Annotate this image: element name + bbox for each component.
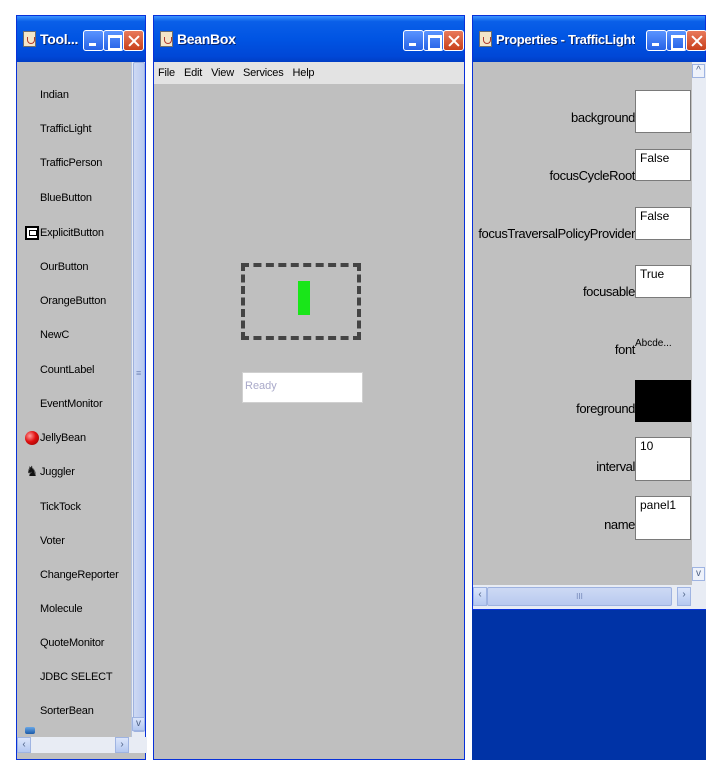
prop-value-focusable[interactable]: True bbox=[635, 265, 691, 298]
prop-value-font[interactable]: Abcde... bbox=[635, 338, 672, 349]
maximize-button[interactable] bbox=[666, 30, 687, 51]
prop-value-interval[interactable]: 10 bbox=[635, 437, 691, 481]
toolbox-vscroll-thumb[interactable] bbox=[133, 62, 145, 732]
prop-label-font: font bbox=[614, 342, 635, 357]
properties-window[interactable]: Properties - TrafficLight background foc… bbox=[472, 15, 706, 610]
scroll-down-icon[interactable]: v bbox=[132, 717, 145, 731]
bean-eventmonitor[interactable]: EventMonitor bbox=[40, 398, 103, 410]
properties-titlebar[interactable]: Properties - TrafficLight bbox=[473, 16, 706, 62]
bean-bluebutton[interactable]: BlueButton bbox=[40, 192, 92, 204]
menu-help[interactable]: Help bbox=[293, 67, 315, 79]
beanbox-window[interactable]: BeanBox File Edit View Services Help Rea… bbox=[153, 15, 465, 760]
bean-changereporter[interactable]: ChangeReporter bbox=[40, 569, 119, 581]
desktop-background bbox=[472, 610, 706, 760]
toolbox-bean-list: Indian TrafficLight TrafficPerson BlueBu… bbox=[17, 62, 133, 737]
properties-horizontal-scrollbar[interactable]: ‹ III › bbox=[473, 585, 706, 609]
menu-view[interactable]: View bbox=[211, 67, 234, 79]
minimize-button[interactable] bbox=[646, 30, 667, 51]
scroll-left-icon[interactable]: ‹ bbox=[17, 737, 31, 753]
traffic-light-bean[interactable] bbox=[298, 281, 310, 315]
beanbox-title: BeanBox bbox=[177, 31, 236, 47]
properties-vertical-scrollbar[interactable]: ^ v bbox=[692, 62, 706, 585]
maximize-button[interactable] bbox=[423, 30, 444, 51]
jellybean-icon bbox=[25, 431, 39, 445]
prop-value-background[interactable] bbox=[635, 90, 691, 133]
bean-jellybean[interactable]: JellyBean bbox=[40, 432, 86, 444]
prop-value-focuscycleroot[interactable]: False bbox=[635, 149, 691, 181]
scroll-left-icon[interactable]: ‹ bbox=[473, 587, 487, 606]
scroll-down-icon[interactable]: v bbox=[692, 567, 705, 581]
bean-explicitbutton[interactable]: ExplicitButton bbox=[40, 227, 104, 239]
prop-label-focustraversal: focusTraversalPolicyProvider bbox=[478, 226, 635, 241]
maximize-button[interactable] bbox=[103, 30, 124, 51]
bean-indian[interactable]: Indian bbox=[40, 89, 69, 101]
property-sheet: background focusCycleRoot False focusTra… bbox=[473, 62, 692, 585]
bean-trafficperson[interactable]: TrafficPerson bbox=[40, 157, 102, 169]
bean-voter[interactable]: Voter bbox=[40, 535, 65, 547]
toolbox-window[interactable]: Tool... Indian TrafficLight TrafficPerso… bbox=[16, 15, 147, 760]
bean-quotemonitor[interactable]: QuoteMonitor bbox=[40, 637, 104, 649]
properties-title: Properties - TrafficLight bbox=[496, 31, 636, 47]
prop-value-focustraversal[interactable]: False bbox=[635, 207, 691, 240]
bean-trafficlight[interactable]: TrafficLight bbox=[40, 123, 92, 135]
bean-countlabel[interactable]: CountLabel bbox=[40, 364, 94, 376]
toolbox-titlebar[interactable]: Tool... bbox=[17, 16, 145, 62]
juggler-icon: ♞ bbox=[25, 463, 39, 479]
bean-molecule[interactable]: Molecule bbox=[40, 603, 83, 615]
beanbox-titlebar[interactable]: BeanBox bbox=[154, 16, 464, 62]
bean-newc[interactable]: NewC bbox=[40, 329, 69, 341]
scroll-up-icon[interactable]: ^ bbox=[692, 64, 705, 78]
bean-ourbutton[interactable]: OurButton bbox=[40, 261, 89, 273]
prop-value-name[interactable]: panel1 bbox=[635, 496, 691, 540]
scroll-right-icon[interactable]: › bbox=[115, 737, 129, 753]
menu-edit[interactable]: Edit bbox=[184, 67, 202, 79]
next-bean-icon bbox=[25, 727, 35, 734]
properties-hscroll-thumb[interactable]: III bbox=[487, 587, 672, 606]
prop-label-interval: interval bbox=[596, 459, 635, 474]
selected-bean-border[interactable] bbox=[241, 263, 361, 340]
prop-value-foreground[interactable] bbox=[635, 380, 691, 422]
status-field[interactable]: Ready bbox=[242, 372, 363, 403]
minimize-button[interactable] bbox=[403, 30, 424, 51]
prop-label-focusable: focusable bbox=[582, 284, 635, 299]
close-button[interactable] bbox=[123, 30, 144, 51]
bean-sorterbean[interactable]: SorterBean bbox=[40, 705, 94, 717]
menu-file[interactable]: File bbox=[158, 67, 175, 79]
beanbox-menubar: File Edit View Services Help bbox=[154, 62, 464, 84]
bean-juggler[interactable]: Juggler bbox=[40, 466, 75, 478]
close-button[interactable] bbox=[443, 30, 464, 51]
toolbox-horizontal-scrollbar[interactable]: ‹ › bbox=[17, 737, 147, 753]
bean-orangebutton[interactable]: OrangeButton bbox=[40, 295, 106, 307]
minimize-button[interactable] bbox=[83, 30, 104, 51]
scroll-right-icon[interactable]: › bbox=[677, 587, 691, 606]
toolbox-title: Tool... bbox=[40, 31, 79, 47]
bean-ticktock[interactable]: TickTock bbox=[40, 501, 81, 513]
close-button[interactable] bbox=[686, 30, 706, 51]
menu-services[interactable]: Services bbox=[243, 67, 284, 79]
java-icon bbox=[23, 31, 36, 47]
java-icon bbox=[160, 31, 173, 47]
explicit-button-icon bbox=[25, 226, 39, 240]
prop-label-focuscycleroot: focusCycleRoot bbox=[549, 168, 636, 183]
toolbox-vertical-scrollbar[interactable]: v bbox=[131, 62, 145, 737]
prop-label-foreground: foreground bbox=[576, 401, 635, 416]
prop-label-name: name bbox=[604, 517, 635, 532]
bean-jdbc-select[interactable]: JDBC SELECT bbox=[40, 671, 113, 683]
prop-label-background: background bbox=[571, 110, 635, 125]
java-icon bbox=[479, 31, 492, 47]
